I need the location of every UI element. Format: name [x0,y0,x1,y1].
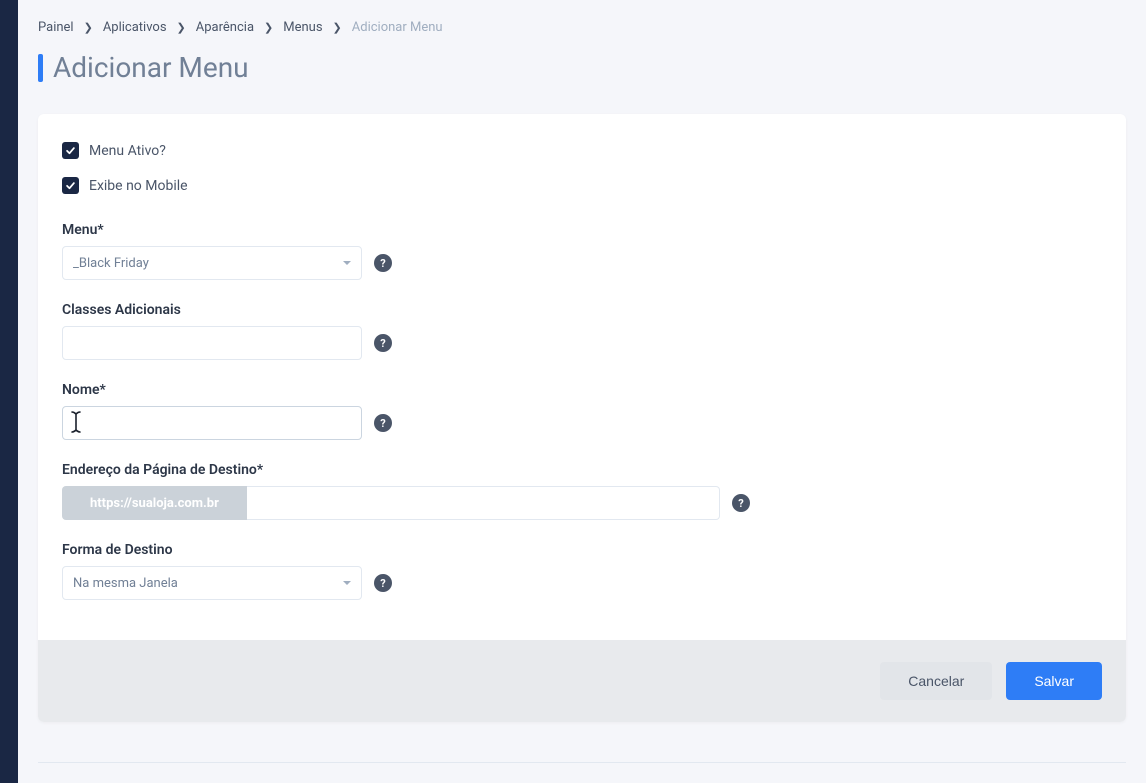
title-accent-bar [38,54,43,82]
breadcrumb-menus[interactable]: Menus [283,20,322,35]
chevron-right-icon: ❯ [333,21,342,34]
target-label: Forma de Destino [62,542,1102,558]
breadcrumb-painel[interactable]: Painel [38,20,74,35]
url-label: Endereço da Página de Destino* [62,462,1102,478]
classes-label: Classes Adicionais [62,302,1102,318]
help-icon[interactable]: ? [374,254,392,272]
breadcrumb: Painel ❯ Aplicativos ❯ Aparência ❯ Menus… [38,20,1126,35]
form-card: Menu Ativo? Exibe no Mobile Menu* _Black [38,114,1126,722]
target-select[interactable]: Na mesma Janela [62,566,362,600]
card-footer: Cancelar Salvar [38,640,1126,722]
divider [38,762,1126,763]
cancel-button[interactable]: Cancelar [880,662,992,700]
left-nav-bar [0,0,18,783]
name-label: Nome* [62,382,1102,398]
chevron-right-icon: ❯ [264,21,273,34]
chevron-down-icon [343,581,351,585]
menu-active-checkbox[interactable] [62,142,79,159]
chevron-down-icon [343,261,351,265]
check-icon [65,180,76,191]
breadcrumb-aplicativos[interactable]: Aplicativos [103,20,167,35]
url-prefix: https://sualoja.com.br [62,486,247,520]
menu-select-value: _Black Friday [73,256,149,271]
help-icon[interactable]: ? [374,414,392,432]
help-icon[interactable]: ? [732,494,750,512]
save-button[interactable]: Salvar [1006,662,1102,700]
breadcrumb-aparencia[interactable]: Aparência [196,20,254,35]
url-input[interactable] [247,486,720,520]
name-input[interactable] [62,406,362,440]
chevron-right-icon: ❯ [177,21,186,34]
menu-active-label: Menu Ativo? [89,143,166,159]
target-select-value: Na mesma Janela [73,576,178,591]
chevron-right-icon: ❯ [84,21,93,34]
menu-select[interactable]: _Black Friday [62,246,362,280]
mobile-show-label: Exibe no Mobile [89,178,188,194]
breadcrumb-current: Adicionar Menu [352,20,443,35]
help-icon[interactable]: ? [374,574,392,592]
page-title: Adicionar Menu [53,51,249,84]
mobile-show-checkbox[interactable] [62,177,79,194]
classes-input[interactable] [62,326,362,360]
menu-select-label: Menu* [62,222,1102,238]
help-icon[interactable]: ? [374,334,392,352]
check-icon [65,145,76,156]
